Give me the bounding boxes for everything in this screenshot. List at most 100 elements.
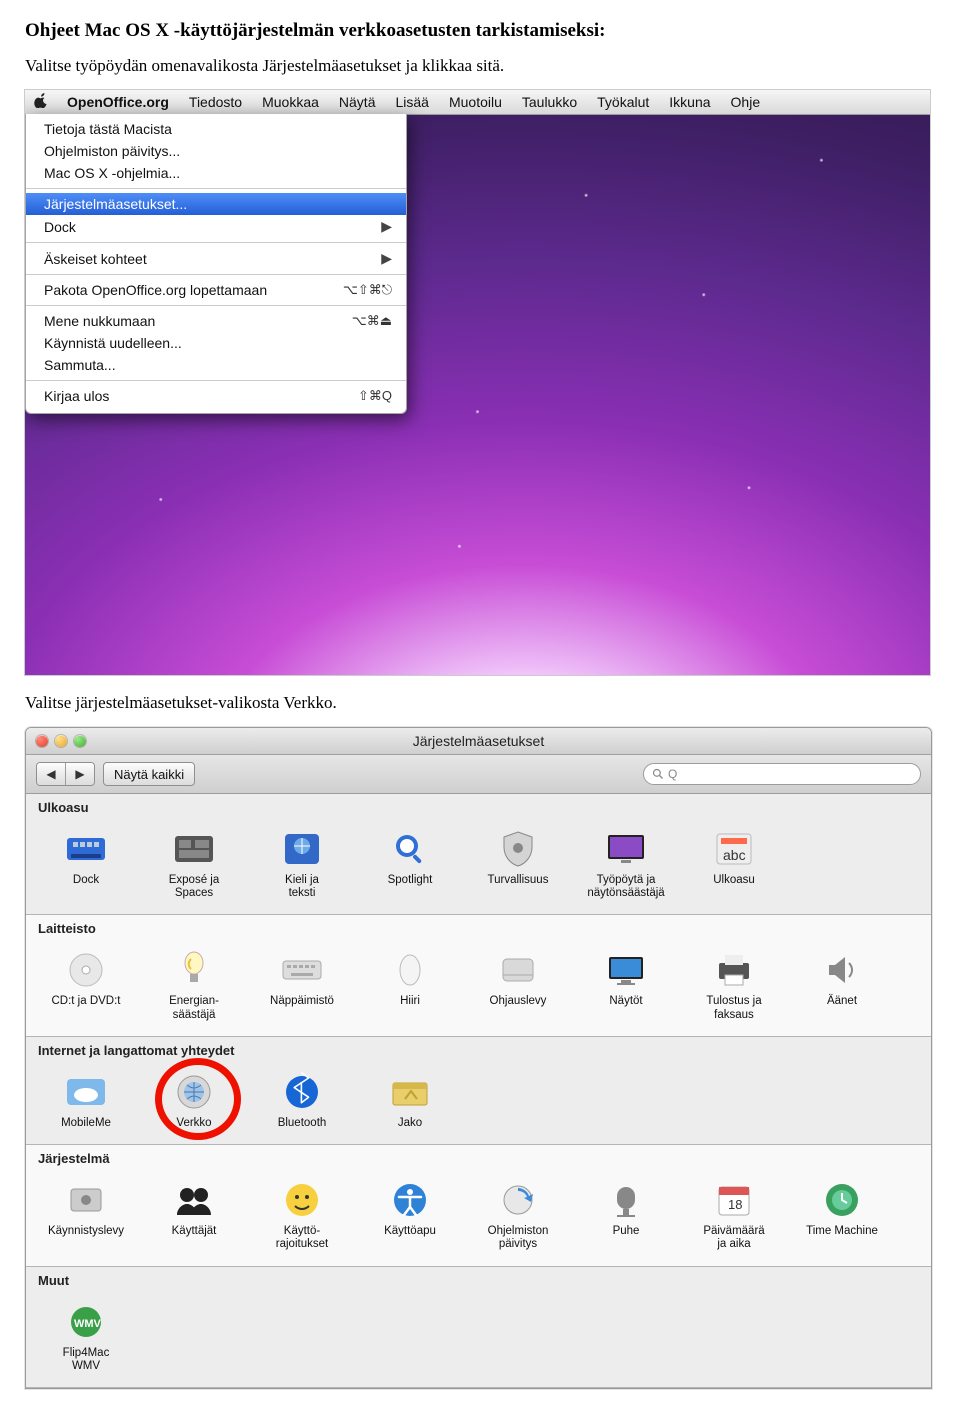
pref-item-bluetooth[interactable]: Bluetooth [248,1064,356,1134]
pref-item-speech[interactable]: Puhe [572,1172,680,1255]
lang-icon [277,827,327,871]
network-icon [169,1070,219,1114]
pref-item-parental[interactable]: Käyttö- rajoitukset [248,1172,356,1255]
icon-row: Dock Exposé ja SpacesKieli ja teksti Spotl… [26,815,931,914]
pref-item-appearance[interactable]: abcUlkoasu [680,821,788,904]
show-all-button[interactable]: Näytä kaikki [103,762,195,786]
prefs-section: Internet ja langattomat yhteydetMobileMe… [26,1037,931,1145]
menubar-item-ikkuna[interactable]: Ikkuna [659,94,720,110]
trackpad-icon [493,948,543,992]
pref-item-flip4mac[interactable]: WMVFlip4Mac WMV [32,1294,140,1377]
pref-item-swupdate[interactable]: Ohjelmiston päivitys [464,1172,572,1255]
bluetooth-icon [277,1070,327,1114]
menubar-item-työkalut[interactable]: Työkalut [587,94,659,110]
menu-item[interactable]: Järjestelmäasetukset... [26,193,406,215]
window-title: Järjestelmäasetukset [26,733,931,749]
mobileme-icon [61,1070,111,1114]
apple-menu-icon[interactable] [25,92,57,112]
menu-item[interactable]: Mene nukkumaan⌥⌘⏏ [26,310,406,332]
pref-item-network[interactable]: Verkko [140,1064,248,1134]
pref-item-keyboard[interactable]: Näppäimistö [248,942,356,1025]
pref-item-mouse[interactable]: Hiiri [356,942,464,1025]
pref-item-lang[interactable]: Kieli ja teksti [248,821,356,904]
menubar-item-tiedosto[interactable]: Tiedosto [179,94,252,110]
prefs-section: Laitteisto CD:t ja DVD:t Energian- säästäj… [26,915,931,1036]
startup-icon [61,1178,111,1222]
menubar-item-lisää[interactable]: Lisää [385,94,438,110]
prefs-section: JärjestelmäKäynnistyslevyKäyttäjätKäyttö… [26,1145,931,1266]
pref-item-timemachine[interactable]: Time Machine [788,1172,896,1255]
section-header: Muut [26,1267,931,1288]
menu-item[interactable]: Pakota OpenOffice.org lopettamaan⌥⇧⌘⎋ [26,279,406,301]
svg-text:18: 18 [728,1197,742,1212]
menu-item-label: Käynnistä uudelleen... [44,335,182,351]
pref-item-spotlight[interactable]: Spotlight [356,821,464,904]
menu-item[interactable]: Ohjelmiston päivitys... [26,140,406,162]
icon-row: WMVFlip4Mac WMV [26,1288,931,1387]
pref-item-label: Exposé ja Spaces [144,874,244,900]
menu-item[interactable]: Tietoja tästä Macista [26,118,406,140]
menubar-item-taulukko[interactable]: Taulukko [512,94,587,110]
menu-item-label: Ohjelmiston päivitys... [44,143,180,159]
access-icon [385,1178,435,1222]
pref-item-startup[interactable]: Käynnistyslevy [32,1172,140,1255]
pref-item-label: MobileMe [36,1117,136,1130]
forward-button[interactable]: ▶ [65,763,94,785]
section-header: Internet ja langattomat yhteydet [26,1037,931,1058]
expose-icon [169,827,219,871]
pref-item-dock[interactable]: Dock [32,821,140,904]
back-button[interactable]: ◀ [37,763,65,785]
menubar-app-name[interactable]: OpenOffice.org [57,94,179,110]
datetime-icon: 18 [709,1178,759,1222]
icon-row: MobileMe VerkkoBluetoothJako [26,1058,931,1144]
prefs-section: Ulkoasu Dock Exposé ja SpacesKieli ja teks… [26,794,931,915]
pref-item-label: Äänet [792,995,892,1008]
pref-item-label: Käyttöapu [360,1225,460,1238]
menu-item[interactable]: Äskeiset kohteet▶ [26,247,406,270]
section-header: Laitteisto [26,915,931,936]
pref-item-sharing[interactable]: Jako [356,1064,464,1134]
pref-item-mobileme[interactable]: MobileMe [32,1064,140,1134]
submenu-arrow-icon: ▶ [381,250,392,267]
pref-item-label: Turvallisuus [468,874,568,887]
prefs-toolbar: ◀ ▶ Näytä kaikki Q [26,755,931,794]
menubar-item-näytä[interactable]: Näytä [329,94,386,110]
nav-segment: ◀ ▶ [36,762,95,786]
menu-item[interactable]: Käynnistä uudelleen... [26,332,406,354]
pref-item-displays[interactable]: Näytöt [572,942,680,1025]
pref-item-label: Käynnistyslevy [36,1225,136,1238]
menu-separator [26,380,406,381]
page-title: Ohjeet Mac OS X -käyttöjärjestelmän verk… [25,20,935,42]
pref-item-users[interactable]: Käyttäjät [140,1172,248,1255]
pref-item-label: Dock [36,874,136,887]
pref-item-expose[interactable]: Exposé ja Spaces [140,821,248,904]
pref-item-sound[interactable]: Äänet [788,942,896,1025]
pref-item-label: Tulostus ja faksaus [684,995,784,1021]
menubar-item-ohje[interactable]: Ohje [721,94,771,110]
parental-icon [277,1178,327,1222]
menu-item[interactable]: Dock▶ [26,215,406,238]
pref-item-label: Päivämäärä ja aika [684,1225,784,1251]
timemachine-icon [817,1178,867,1222]
menu-item[interactable]: Mac OS X -ohjelmia... [26,162,406,184]
menu-bar: OpenOffice.org TiedostoMuokkaaNäytäLisää… [25,90,930,115]
menu-item-label: Pakota OpenOffice.org lopettamaan [44,282,267,298]
pref-item-trackpad[interactable]: Ohjauslevy [464,942,572,1025]
pref-item-datetime[interactable]: 18 Päivämäärä ja aika [680,1172,788,1255]
pref-item-desktop[interactable]: Työpöytä ja näytönsäästäjä [572,821,680,904]
pref-item-energy[interactable]: Energian- säästäjä [140,942,248,1025]
search-field[interactable]: Q [643,763,921,785]
menu-item[interactable]: Kirjaa ulos⇧⌘Q [26,385,406,407]
section-header: Ulkoasu [26,794,931,815]
pref-item-security[interactable]: Turvallisuus [464,821,572,904]
pref-item-access[interactable]: Käyttöapu [356,1172,464,1255]
menu-item-label: Kirjaa ulos [44,388,109,404]
pref-item-print[interactable]: Tulostus ja faksaus [680,942,788,1025]
pref-item-label: CD:t ja DVD:t [36,995,136,1008]
menubar-item-muotoilu[interactable]: Muotoilu [439,94,512,110]
mouse-icon [385,948,435,992]
pref-item-cds[interactable]: CD:t ja DVD:t [32,942,140,1025]
menu-item[interactable]: Sammuta... [26,354,406,376]
pref-item-label: Spotlight [360,874,460,887]
menubar-item-muokkaa[interactable]: Muokkaa [252,94,329,110]
